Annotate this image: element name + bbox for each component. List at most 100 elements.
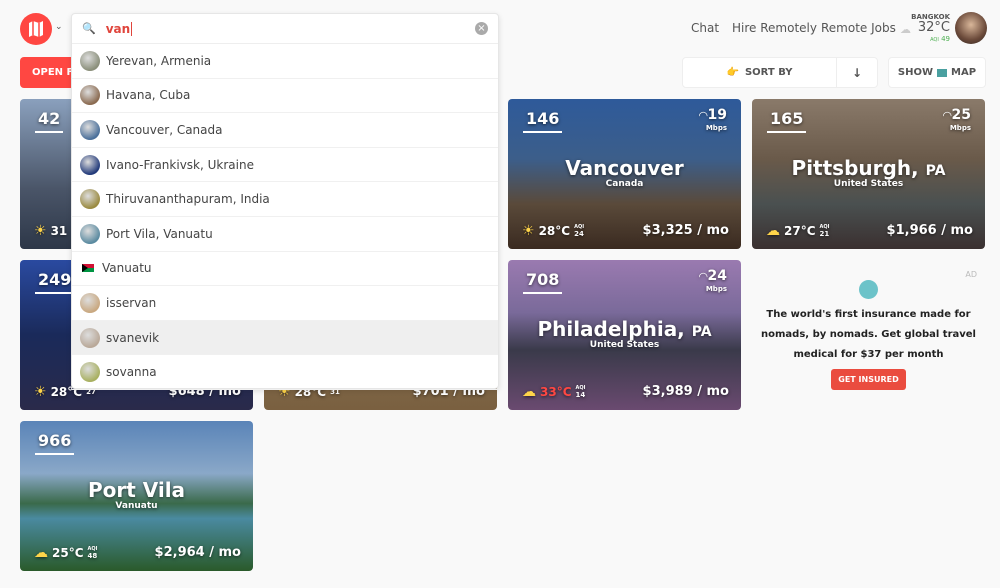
search-result-city[interactable]: Vancouver, Canada	[72, 113, 498, 148]
weather-widget: BANGKOK 32°C AQI 49	[900, 13, 950, 43]
chevron-down-icon[interactable]: ⌄	[55, 22, 63, 32]
city-name: Pittsburgh, PA	[752, 156, 985, 180]
ad-tag: AD	[965, 270, 977, 279]
search-input[interactable]: 🔍 van ×	[72, 14, 498, 44]
weather: ☀ 28°C AQI 24	[522, 223, 584, 239]
temperature: 31	[50, 224, 68, 238]
wifi-unit: Mbps	[705, 124, 727, 132]
wifi-unit: Mbps	[705, 285, 727, 293]
show-label: SHOW	[897, 67, 934, 78]
result-label: svanevik	[106, 330, 160, 345]
internet-speed: ◠24 Mbps	[699, 269, 727, 296]
search-dropdown: 🔍 van × Yerevan, Armenia Havana, Cuba Vanc…	[71, 13, 499, 390]
city-thumbnail	[80, 189, 100, 210]
wifi-unit: Mbps	[949, 124, 971, 132]
search-result-user[interactable]: svanevik	[72, 320, 498, 356]
city-rank: 708	[523, 270, 563, 294]
city-thumbnail	[80, 85, 100, 106]
ad-logo-icon	[859, 280, 878, 299]
nav-chat[interactable]: Chat	[691, 21, 719, 35]
city-thumbnail	[80, 154, 100, 175]
city-rank: 249	[35, 270, 75, 294]
sort-direction-button[interactable]: ↓	[837, 58, 877, 87]
result-label: Yerevan, Armenia	[106, 53, 212, 68]
result-label: Port Vila, Vanuatu	[106, 226, 213, 241]
weather-icon: ☀	[34, 384, 47, 400]
temperature: 28°C	[538, 224, 571, 238]
search-result-user[interactable]: sovanna	[72, 355, 498, 390]
user-avatar	[80, 327, 100, 348]
result-label: Vancouver, Canada	[106, 122, 223, 137]
weather-temp: 32°C	[917, 20, 950, 35]
get-insured-button[interactable]: GET INSURED	[831, 369, 906, 390]
sort-control: 👉 SORT BY ↓	[682, 57, 878, 88]
search-query[interactable]: van	[106, 21, 133, 36]
weather: ☁ 27°C AQI 21	[766, 223, 830, 239]
search-result-city[interactable]: Ivano-Frankivsk, Ukraine	[72, 148, 498, 183]
city-name-text: Pittsburgh,	[791, 156, 919, 180]
nav-remote-jobs[interactable]: Remote Jobs	[821, 21, 896, 35]
aqi-value: 48	[87, 552, 98, 560]
city-thumbnail	[80, 50, 100, 71]
aqi-value: 21	[819, 230, 830, 238]
weather-icon: ☁	[34, 545, 48, 561]
search-result-user[interactable]: isservan	[72, 286, 498, 321]
sort-by-button[interactable]: 👉 SORT BY	[683, 58, 837, 87]
wifi-icon: ◠	[699, 109, 708, 122]
user-avatar	[80, 292, 100, 313]
country-name: Canada	[605, 179, 644, 189]
city-thumbnail	[80, 119, 100, 140]
temperature: 27°C	[784, 224, 816, 238]
wifi-icon: ◠	[943, 109, 952, 122]
state-abbr: PA	[925, 163, 946, 179]
nav-hire-remotely[interactable]: Hire Remotely	[732, 21, 817, 35]
city-name: Port Vila	[20, 478, 253, 502]
city-rank: 146	[523, 109, 563, 133]
city-name: Vancouver	[508, 156, 741, 180]
aqi-label: AQI	[930, 37, 939, 43]
cost-per-month: $2,964 / mo	[154, 545, 241, 560]
wifi-value: 25	[951, 107, 971, 123]
result-label: Thiruvananthapuram, India	[106, 192, 270, 207]
weather-icon: ☀	[522, 223, 535, 239]
search-icon: 🔍	[82, 22, 96, 35]
city-rank: 165	[767, 109, 807, 133]
search-result-city[interactable]: Port Vila, Vanuatu	[72, 217, 498, 252]
user-avatar	[80, 362, 100, 383]
ad-insurance: AD The world's first insurance made for …	[752, 260, 985, 410]
internet-speed: ◠19 Mbps	[699, 107, 727, 135]
result-label: Havana, Cuba	[106, 88, 191, 103]
search-result-city[interactable]: Yerevan, Armenia	[72, 44, 498, 79]
weather: ☀ 31	[34, 223, 67, 239]
city-card[interactable]: 966 Port Vila Vanuatu ☁ 25°C AQI 48 $2,964 / m…	[20, 421, 253, 571]
country-name: Vanuatu	[115, 501, 158, 511]
aqi-value: 49	[941, 35, 950, 43]
city-card[interactable]: 708 ◠24 Mbps Philadelphia, PA United States ☁…	[508, 260, 741, 410]
country-name: United States	[589, 340, 660, 350]
flag-icon	[82, 264, 94, 273]
result-label: Vanuatu	[102, 261, 152, 276]
result-label: sovanna	[106, 365, 157, 380]
weather-icon: ☁	[522, 384, 536, 400]
result-label: isservan	[106, 295, 157, 310]
search-result-city[interactable]: Thiruvananthapuram, India	[72, 182, 498, 217]
city-name-text: Philadelphia,	[537, 317, 685, 341]
city-card[interactable]: 146 ◠19 Mbps Vancouver Canada ☀ 28°C AQI 24 $3,3…	[508, 99, 741, 249]
search-result-city[interactable]: Havana, Cuba	[72, 79, 498, 114]
map-icon	[937, 68, 948, 77]
search-result-country[interactable]: Vanuatu	[72, 252, 498, 287]
country-name: United States	[833, 179, 904, 189]
show-map-button[interactable]: SHOW MAP	[888, 57, 986, 88]
cost-per-month: $1,966 / mo	[886, 223, 973, 238]
weather: ☁ 33°C AQI 14	[522, 384, 586, 400]
clear-search-icon[interactable]: ×	[475, 22, 488, 35]
logo[interactable]	[20, 13, 52, 45]
city-card[interactable]: 165 ◠25 Mbps Pittsburgh, PA United States ☁ 27…	[752, 99, 985, 249]
city-name-text: Port Vila	[87, 478, 186, 502]
aqi-value: 24	[574, 230, 584, 238]
user-avatar[interactable]	[955, 12, 987, 44]
wifi-value: 19	[707, 107, 727, 123]
temperature: 33°C	[540, 385, 572, 399]
sort-by-label: SORT BY	[744, 67, 793, 78]
ad-text: The world's first insurance made for nom…	[761, 309, 976, 360]
